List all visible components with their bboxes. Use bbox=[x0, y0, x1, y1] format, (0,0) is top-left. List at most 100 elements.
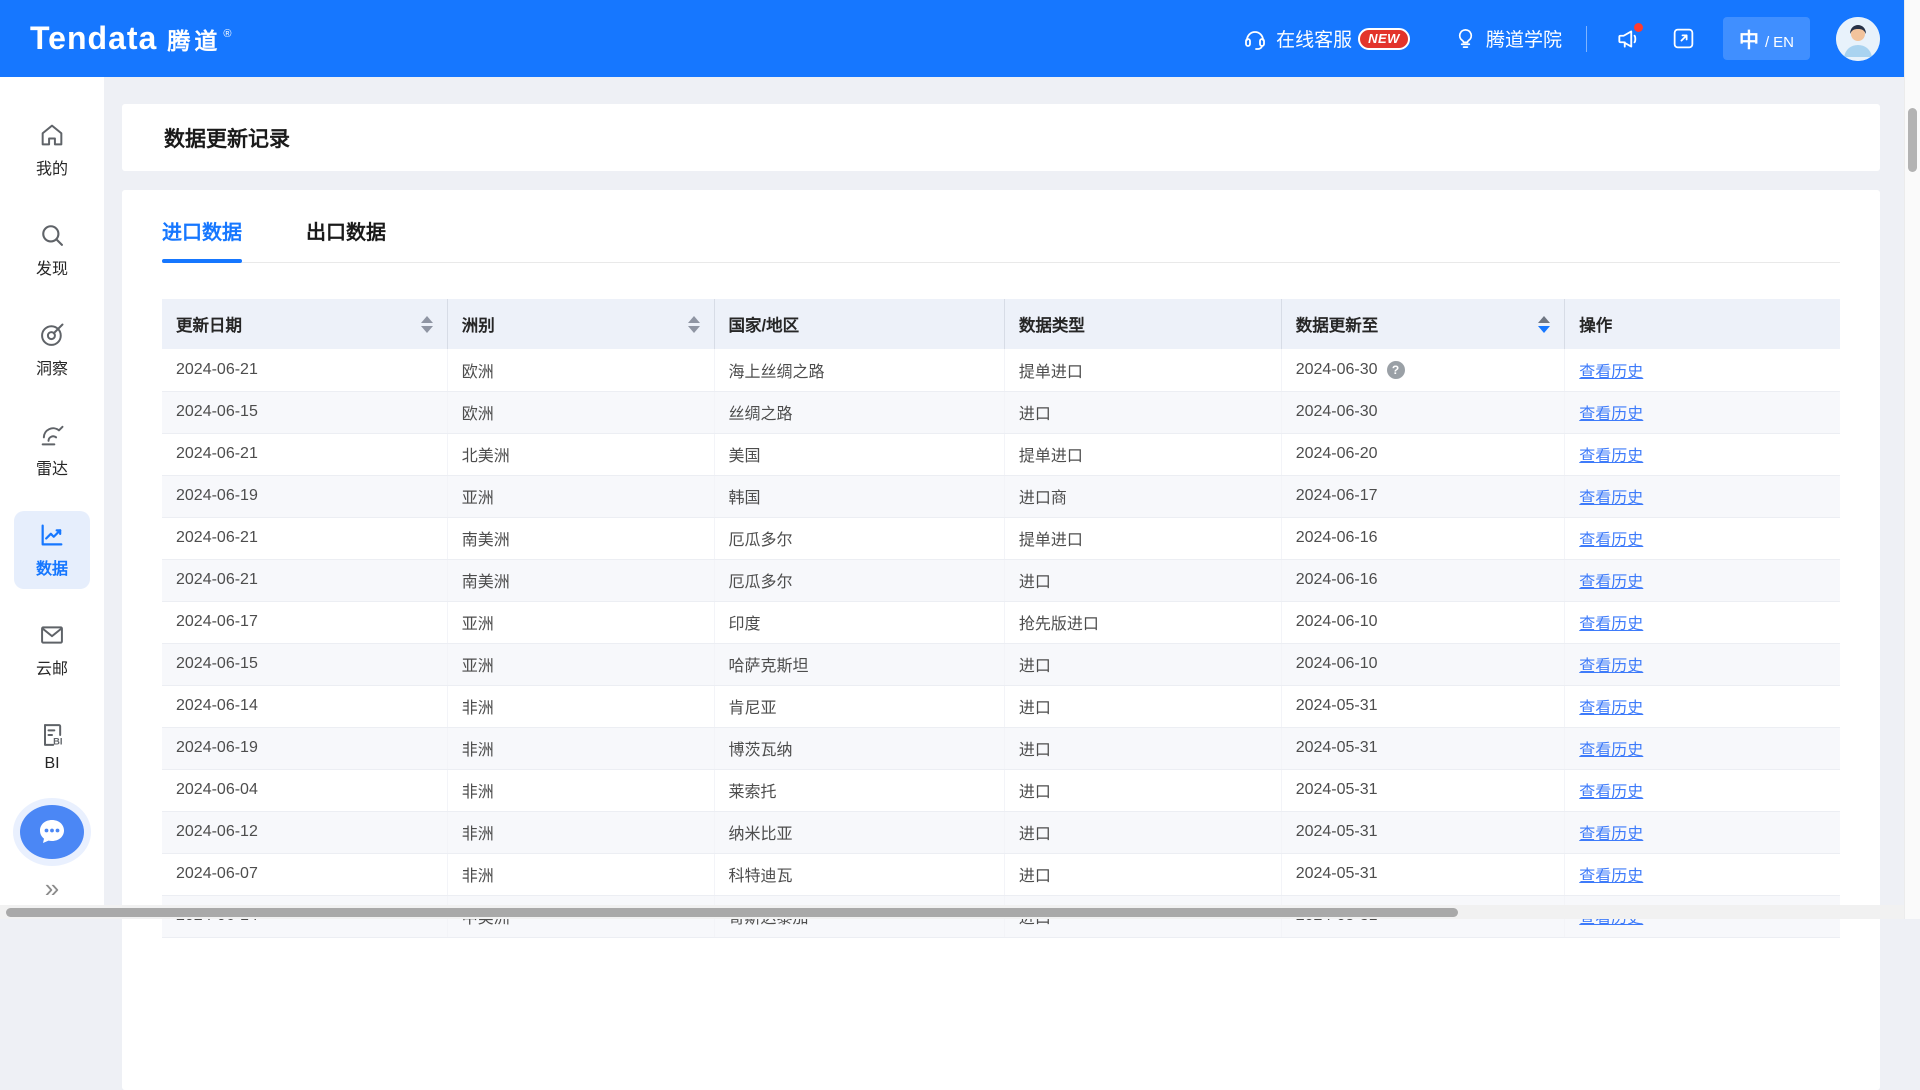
cell-text: 肯尼亚 bbox=[729, 700, 777, 717]
online-service-label: 在线客服 bbox=[1276, 25, 1352, 52]
cell-continent: 南美洲 bbox=[447, 517, 714, 559]
cell-text: 进口商 bbox=[1019, 490, 1067, 507]
sort-desc-icon-active[interactable] bbox=[1538, 326, 1550, 333]
view-history-link[interactable]: 查看历史 bbox=[1579, 868, 1643, 885]
cell-updated-to: 2024-05-31 bbox=[1281, 685, 1565, 727]
chat-fab-button[interactable] bbox=[20, 805, 84, 859]
view-history-link[interactable]: 查看历史 bbox=[1579, 784, 1643, 801]
cell-country: 厄瓜多尔 bbox=[714, 517, 1004, 559]
view-history-link[interactable]: 查看历史 bbox=[1579, 532, 1643, 549]
sort-asc-icon[interactable] bbox=[688, 316, 700, 323]
main-content: 数据更新记录 进口数据 出口数据 更新日期 洲别 bbox=[104, 77, 1904, 919]
cell-data-type: 进口商 bbox=[1004, 475, 1281, 517]
cell-data-type: 提单进口 bbox=[1004, 433, 1281, 475]
vertical-scrollbar[interactable] bbox=[1904, 0, 1920, 919]
tab-import-data[interactable]: 进口数据 bbox=[162, 216, 242, 262]
view-history-link[interactable]: 查看历史 bbox=[1579, 364, 1643, 381]
sort-control[interactable] bbox=[421, 316, 433, 333]
cell-country: 美国 bbox=[714, 433, 1004, 475]
cell-text: 非洲 bbox=[462, 826, 494, 843]
horizontal-scrollbar[interactable] bbox=[0, 905, 1904, 919]
cell-text: 进口 bbox=[1019, 784, 1051, 801]
cell-text: 韩国 bbox=[729, 490, 761, 507]
sidebar-item-cloudmail[interactable]: 云邮 bbox=[14, 611, 90, 689]
sidebar-item-mine[interactable]: 我的 bbox=[14, 111, 90, 189]
tab-export-data[interactable]: 出口数据 bbox=[306, 216, 386, 262]
cell-text: 进口 bbox=[1019, 574, 1051, 591]
help-icon[interactable]: ? bbox=[1387, 361, 1405, 379]
lang-en-label: EN bbox=[1773, 34, 1794, 51]
cell-country: 海上丝绸之路 bbox=[714, 349, 1004, 391]
sort-control[interactable] bbox=[688, 316, 700, 333]
cell-text: 莱索托 bbox=[729, 784, 777, 801]
cell-update-date: 2024-06-12 bbox=[162, 811, 447, 853]
cell-text: 2024-06-20 bbox=[1296, 445, 1378, 462]
view-history-link[interactable]: 查看历史 bbox=[1579, 658, 1643, 675]
cell-text: 2024-06-17 bbox=[1296, 487, 1378, 504]
cell-text: 博茨瓦纳 bbox=[729, 742, 793, 759]
bulb-icon bbox=[1454, 27, 1477, 50]
cell-country: 丝绸之路 bbox=[714, 391, 1004, 433]
avatar-illustration bbox=[1836, 17, 1880, 61]
view-history-link[interactable]: 查看历史 bbox=[1579, 700, 1643, 717]
search-icon bbox=[38, 221, 66, 249]
academy-link[interactable]: 腾道学院 bbox=[1454, 25, 1562, 52]
insight-icon bbox=[38, 321, 66, 349]
horizontal-scrollbar-thumb[interactable] bbox=[6, 908, 1458, 917]
cell-text: 2024-06-16 bbox=[1296, 571, 1378, 588]
sidebar-item-radar[interactable]: 雷达 bbox=[14, 411, 90, 489]
sidebar-item-insight[interactable]: 洞察 bbox=[14, 311, 90, 389]
column-label: 国家/地区 bbox=[729, 312, 800, 336]
cell-updated-to: 2024-06-10 bbox=[1281, 601, 1565, 643]
cell-continent: 非洲 bbox=[447, 727, 714, 769]
tendata-logo[interactable]: Tendata 腾道 ® bbox=[30, 20, 231, 57]
fullscreen-button[interactable] bbox=[1667, 22, 1701, 56]
sort-desc-icon[interactable] bbox=[421, 326, 433, 333]
cell-text: 2024-06-30 bbox=[1296, 403, 1378, 420]
table-row: 2024-06-12非洲纳米比亚进口2024-05-31查看历史 bbox=[162, 811, 1840, 853]
cell-update-date: 2024-06-21 bbox=[162, 517, 447, 559]
language-toggle[interactable]: 中 / EN bbox=[1723, 17, 1810, 60]
vertical-scrollbar-thumb[interactable] bbox=[1908, 108, 1917, 172]
column-label: 数据更新至 bbox=[1296, 312, 1379, 336]
sort-asc-icon[interactable] bbox=[1538, 316, 1550, 323]
view-history-link[interactable]: 查看历史 bbox=[1579, 448, 1643, 465]
view-history-link[interactable]: 查看历史 bbox=[1579, 742, 1643, 759]
cell-text: 2024-05-31 bbox=[1296, 781, 1378, 798]
sort-asc-icon[interactable] bbox=[421, 316, 433, 323]
cell-text: 进口 bbox=[1019, 826, 1051, 843]
sidebar-item-discover[interactable]: 发现 bbox=[14, 211, 90, 289]
cell-text: 2024-06-21 bbox=[176, 361, 258, 378]
sidebar-collapse-button[interactable]: » bbox=[45, 875, 59, 901]
registered-mark: ® bbox=[223, 28, 231, 40]
sort-control[interactable] bbox=[1538, 316, 1550, 333]
user-avatar[interactable] bbox=[1836, 17, 1880, 61]
sidebar-item-bi[interactable]: BI BI bbox=[14, 711, 90, 783]
sidebar-item-label: 数据 bbox=[36, 555, 68, 579]
cell-data-type: 进口 bbox=[1004, 559, 1281, 601]
view-history-link[interactable]: 查看历史 bbox=[1579, 574, 1643, 591]
home-icon bbox=[38, 121, 66, 149]
sort-desc-icon[interactable] bbox=[688, 326, 700, 333]
cell-text: 2024-06-15 bbox=[176, 655, 258, 672]
view-history-link[interactable]: 查看历史 bbox=[1579, 406, 1643, 423]
cell-text: 厄瓜多尔 bbox=[729, 574, 793, 591]
sidebar-item-data[interactable]: 数据 bbox=[14, 511, 90, 589]
announcement-button[interactable] bbox=[1611, 22, 1645, 56]
tab-bar: 进口数据 出口数据 bbox=[162, 190, 1840, 263]
cell-updated-to: 2024-06-16 bbox=[1281, 559, 1565, 601]
cell-action: 查看历史 bbox=[1565, 685, 1840, 727]
cell-data-type: 进口 bbox=[1004, 391, 1281, 433]
view-history-link[interactable]: 查看历史 bbox=[1579, 616, 1643, 633]
cell-text: 进口 bbox=[1019, 658, 1051, 675]
table-row: 2024-06-21欧洲海上丝绸之路提单进口2024-06-30?查看历史 bbox=[162, 349, 1840, 391]
cell-update-date: 2024-06-15 bbox=[162, 643, 447, 685]
view-history-link[interactable]: 查看历史 bbox=[1579, 490, 1643, 507]
table-row: 2024-06-19亚洲韩国进口商2024-06-17查看历史 bbox=[162, 475, 1840, 517]
cell-continent: 欧洲 bbox=[447, 349, 714, 391]
cell-text: 2024-06-19 bbox=[176, 487, 258, 504]
cell-update-date: 2024-06-07 bbox=[162, 853, 447, 895]
view-history-link[interactable]: 查看历史 bbox=[1579, 826, 1643, 843]
online-service-link[interactable]: 在线客服 NEW bbox=[1243, 25, 1410, 52]
bi-document-icon: BI bbox=[38, 721, 66, 749]
